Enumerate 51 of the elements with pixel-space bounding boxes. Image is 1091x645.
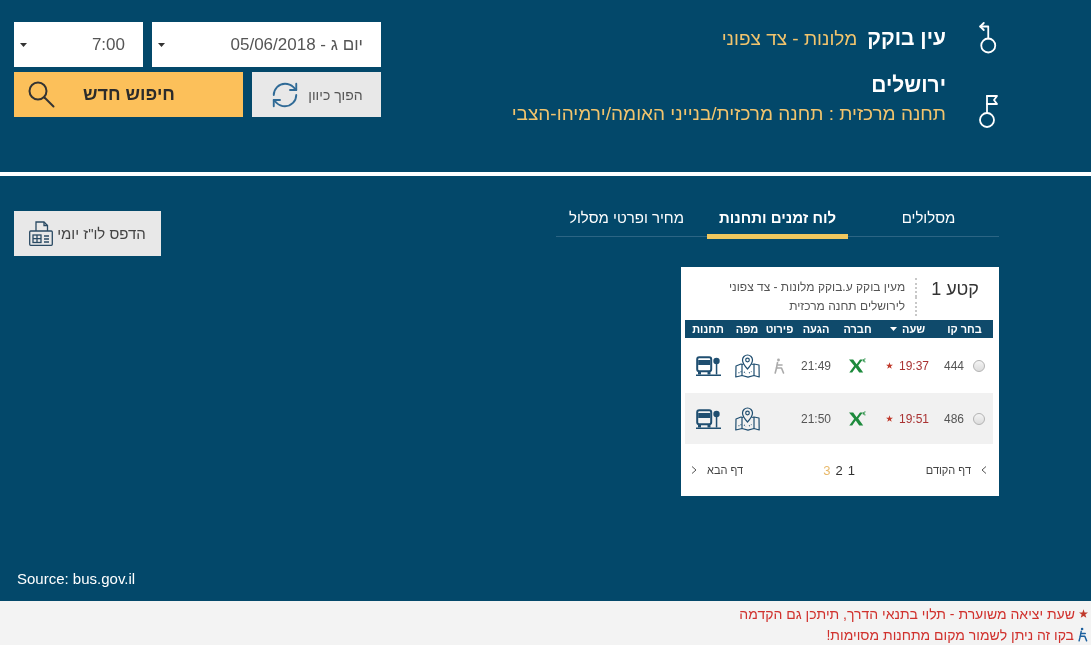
- page-number[interactable]: 1: [847, 462, 855, 478]
- printer-icon: [29, 221, 54, 246]
- origin-stop: מלונות - צד צפוני: [721, 27, 858, 51]
- departure-time: 19:37: [899, 358, 929, 373]
- radio-button[interactable]: [973, 412, 985, 425]
- column-header: מפה: [735, 323, 759, 335]
- destination-city: ירושלים: [871, 72, 946, 98]
- footnote: בקו זה ניתן לשמור מקום מתחנות מסוימות!: [826, 626, 1074, 643]
- segment-to: לירושלים תחנה מרכזית: [728, 297, 918, 316]
- date-select[interactable]: יום ג - 05/06/2018: [152, 22, 381, 67]
- radio-button[interactable]: [973, 359, 985, 372]
- column-header: חברה: [843, 323, 872, 335]
- origin-marker-icon: [979, 22, 997, 54]
- column-header: בחר קו: [947, 323, 982, 335]
- search-icon: [28, 81, 55, 108]
- arrival-time: 21:49: [801, 358, 831, 373]
- time-select[interactable]: 7:00: [14, 22, 143, 67]
- segment-from: מעין בוקק ע.בוקק מלונות - צד צפוני: [728, 278, 918, 297]
- map-pin-icon[interactable]: [734, 406, 760, 431]
- bus-stop-icon[interactable]: [695, 408, 721, 429]
- caret-icon: [158, 42, 165, 47]
- line-number: 486: [944, 411, 964, 426]
- source-note: Source: bus.gov.il: [17, 570, 136, 587]
- column-header[interactable]: שעה: [901, 323, 926, 335]
- new-search-button[interactable]: חיפוש חדש: [14, 72, 243, 117]
- origin-city: עין בוקק: [867, 25, 946, 51]
- chevron-right-icon: [691, 466, 697, 474]
- tab[interactable]: מסלולים: [858, 200, 999, 239]
- bus-stop-icon[interactable]: [695, 355, 721, 376]
- arrival-time: 21:50: [801, 411, 831, 426]
- x-logo-icon: [849, 411, 866, 426]
- column-header: הגעה: [802, 323, 830, 335]
- print-schedule-button[interactable]: הדפס לו"ז יומי: [14, 211, 161, 256]
- column-header: תחנות: [692, 323, 724, 335]
- reverse-direction-button[interactable]: הפוך כיוון: [252, 72, 381, 117]
- next-page-link[interactable]: דף הבא: [691, 464, 744, 476]
- map-pin-icon[interactable]: [734, 353, 760, 378]
- column-header: פירוט: [765, 323, 794, 335]
- previous-page-link[interactable]: דף הקודם: [925, 464, 987, 476]
- line-number: 444: [944, 358, 964, 373]
- segment-title: קטע 1: [931, 278, 979, 300]
- tab[interactable]: מחיר ופרטי מסלול: [556, 200, 697, 239]
- x-logo-icon: [849, 358, 866, 373]
- caret-icon: [20, 42, 27, 47]
- footnote: שעת יציאה משוערת - תלוי בתנאי הדרך, תיתכן גם הקדמה: [739, 605, 1075, 622]
- departure-time: 19:51: [899, 411, 929, 426]
- flag-marker-icon: [978, 95, 998, 128]
- destination-stop: תחנה מרכזית : תחנה מרכזית/בנייני האומה/ירמיהו-הצבי: [511, 102, 946, 126]
- tab[interactable]: לוח זמנים ותחנות: [707, 200, 848, 239]
- chevron-left-icon: [981, 466, 987, 474]
- page-number[interactable]: 2: [835, 462, 843, 478]
